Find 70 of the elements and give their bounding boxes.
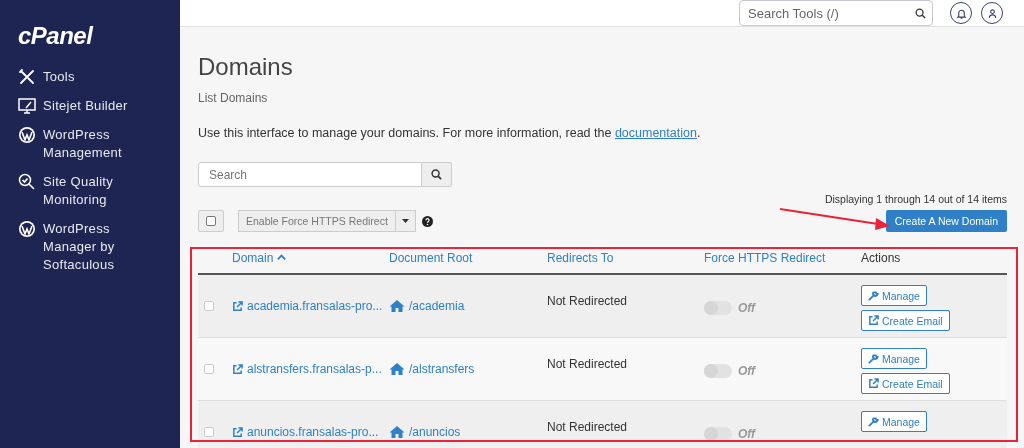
redirect-status: Not Redirected bbox=[547, 357, 628, 371]
sidebar-item[interactable]: Tools bbox=[18, 68, 180, 86]
user-icon bbox=[986, 7, 998, 19]
https-toggle[interactable] bbox=[704, 364, 732, 378]
tools-icon bbox=[18, 68, 36, 86]
home-icon bbox=[389, 299, 405, 313]
select-all-checkbox[interactable] bbox=[206, 216, 216, 226]
sidebar-item[interactable]: WordPress Management bbox=[18, 126, 180, 162]
documentation-link[interactable]: documentation bbox=[614, 126, 697, 140]
manage-button[interactable]: Manage bbox=[861, 285, 927, 306]
wordpress-icon bbox=[18, 126, 36, 144]
external-link-icon bbox=[868, 315, 879, 326]
items-count: Displaying 1 through 14 out of 14 items bbox=[824, 193, 1007, 205]
create-email-button[interactable]: Create Email bbox=[861, 373, 950, 394]
toggle-label: Off bbox=[738, 364, 756, 378]
search-box[interactable]: Search bbox=[198, 162, 422, 187]
cpanel-logo[interactable]: cPanel bbox=[18, 22, 93, 50]
toggle-label: Off bbox=[738, 427, 756, 441]
redirect-status: Not Redirected bbox=[547, 420, 628, 434]
manage-button[interactable]: Manage bbox=[861, 411, 927, 432]
column-header: Actions bbox=[861, 251, 901, 265]
create-domain-button[interactable]: Create A New Domain bbox=[885, 210, 1007, 232]
page-subtitle: List Domains bbox=[198, 91, 268, 105]
sidebar-item[interactable]: Site Quality Monitoring bbox=[18, 173, 180, 209]
caret-icon bbox=[401, 219, 409, 223]
search-tools-box[interactable]: Search Tools (/) bbox=[739, 0, 933, 26]
wrench-icon bbox=[868, 416, 879, 427]
select-all-button[interactable] bbox=[198, 210, 224, 232]
document-root-link[interactable]: /academia bbox=[389, 299, 465, 313]
column-header[interactable]: Redirects To bbox=[547, 251, 614, 265]
sidebar-item[interactable]: WordPress Manager by Softaculous bbox=[18, 220, 180, 274]
manage-button[interactable]: Manage bbox=[861, 348, 927, 369]
external-link-icon bbox=[868, 378, 879, 389]
row-checkbox[interactable] bbox=[204, 301, 214, 311]
bulk-action-button[interactable]: Enable Force HTTPS Redirect bbox=[238, 210, 396, 232]
external-link-icon bbox=[232, 363, 243, 375]
wordpress-icon bbox=[18, 220, 36, 238]
https-toggle[interactable] bbox=[704, 427, 732, 441]
search-icon bbox=[915, 7, 926, 19]
row-checkbox[interactable] bbox=[204, 364, 214, 374]
external-link-icon bbox=[232, 300, 243, 312]
https-toggle[interactable] bbox=[704, 301, 732, 315]
external-link-icon bbox=[232, 426, 243, 438]
column-header[interactable]: Document Root bbox=[389, 251, 473, 265]
wrench-icon bbox=[868, 353, 879, 364]
intro-text: Use this interface to manage your domains. For more information, read the documentation. bbox=[198, 126, 702, 140]
monitor-icon bbox=[18, 97, 36, 115]
sidebar-item[interactable]: Sitejet Builder bbox=[18, 97, 180, 115]
domain-link[interactable]: anuncios.fransalas-pro... bbox=[232, 425, 379, 439]
domain-link[interactable]: alstransfers.fransalas-p... bbox=[232, 362, 382, 376]
page-title: Domains bbox=[198, 53, 294, 81]
row-checkbox[interactable] bbox=[204, 427, 214, 437]
column-header[interactable]: Force HTTPS Redirect bbox=[704, 251, 826, 265]
domain-link[interactable]: academia.fransalas-pro... bbox=[232, 299, 383, 313]
search-field[interactable]: Search bbox=[207, 166, 413, 183]
search-button[interactable] bbox=[422, 162, 452, 187]
dropdown-button[interactable] bbox=[395, 210, 416, 232]
toggle-label: Off bbox=[738, 301, 756, 315]
document-root-link[interactable]: /alstransfers bbox=[389, 362, 475, 376]
redirect-status: Not Redirected bbox=[547, 294, 628, 308]
wrench-icon bbox=[868, 290, 879, 301]
help-icon[interactable] bbox=[421, 215, 433, 227]
column-header[interactable]: Domain bbox=[232, 251, 274, 265]
document-root-link[interactable]: /anuncios bbox=[389, 425, 461, 439]
home-icon bbox=[389, 362, 405, 376]
bell-icon bbox=[955, 7, 967, 19]
search-icon bbox=[431, 169, 442, 180]
home-icon bbox=[389, 425, 405, 439]
magnifier-check-icon bbox=[18, 173, 36, 191]
create-email-button[interactable]: Create Email bbox=[861, 310, 950, 331]
